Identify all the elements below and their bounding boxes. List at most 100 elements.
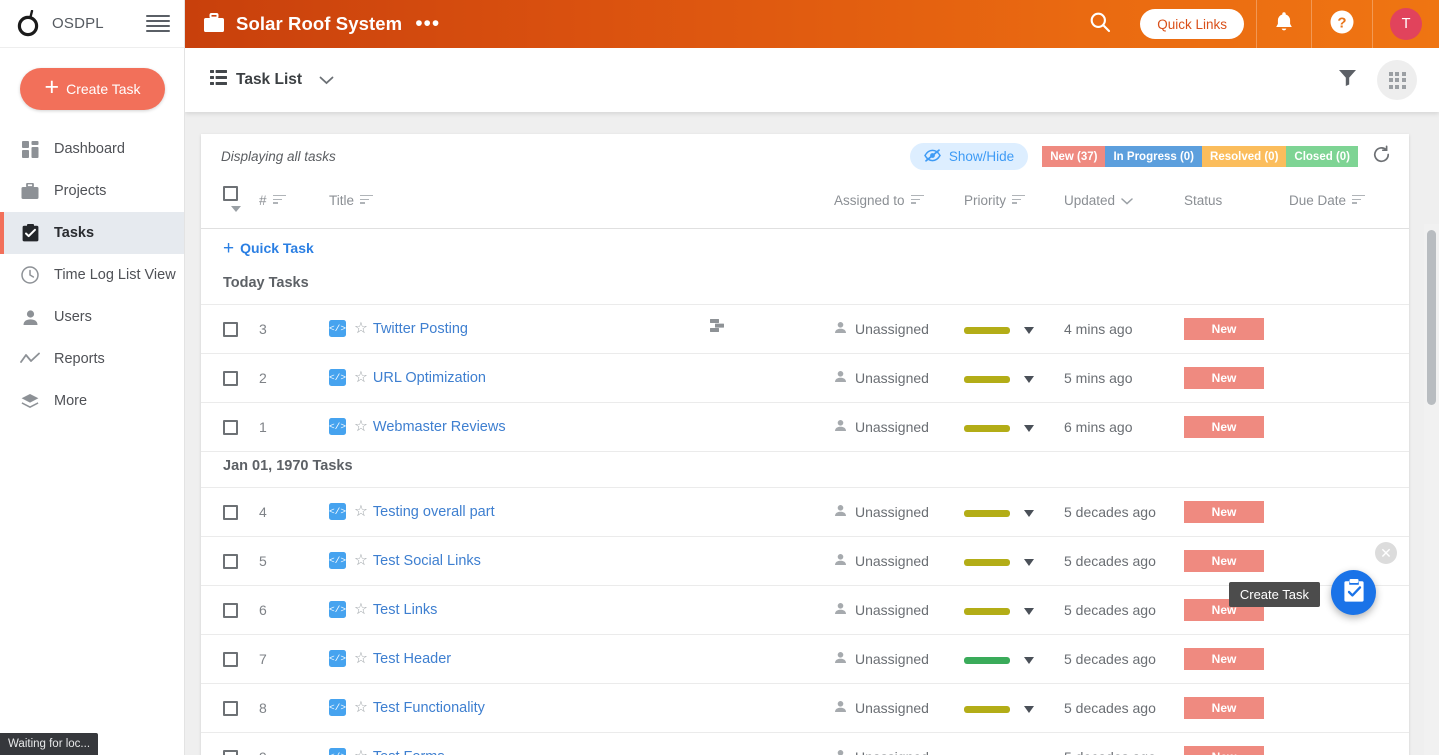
status-badge[interactable]: New — [1184, 647, 1264, 670]
priority-dropdown-icon[interactable] — [1024, 326, 1034, 334]
priority-dropdown-icon[interactable] — [1024, 424, 1034, 432]
status-badge[interactable]: New — [1184, 696, 1264, 719]
priority-dropdown-icon[interactable] — [1024, 375, 1034, 383]
priority-dropdown-icon[interactable] — [1024, 705, 1034, 713]
task-title-link[interactable]: URL Optimization — [373, 370, 486, 386]
th-assigned-to[interactable]: Assigned to — [834, 179, 964, 229]
status-badge[interactable]: New — [1184, 317, 1264, 340]
table-row[interactable]: 5 </> ☆ Test Social Links Unassigned 5 decade… — [201, 535, 1409, 586]
osdpl-logo-icon — [16, 9, 42, 38]
th-due-date[interactable]: Due Date — [1289, 179, 1409, 229]
row-checkbox[interactable] — [223, 505, 238, 521]
row-checkbox[interactable] — [223, 322, 238, 338]
priority-bar[interactable] — [964, 375, 1010, 383]
filter-button[interactable] — [1333, 66, 1361, 94]
status-badge[interactable]: New — [1184, 500, 1264, 523]
help-button[interactable]: ? — [1311, 0, 1372, 48]
task-title-link[interactable]: Test Social Links — [373, 553, 481, 569]
table-row[interactable]: 9 </> ☆ Test Forms Unassigned 5 decades ago Ne… — [201, 731, 1409, 755]
sidebar-item-users[interactable]: Users — [0, 296, 184, 338]
th-updated[interactable]: Updated — [1064, 179, 1184, 229]
create-task-fab[interactable] — [1331, 570, 1376, 615]
search-button[interactable] — [1072, 0, 1128, 48]
show-hide-button[interactable]: Show/Hide — [909, 143, 1029, 170]
row-checkbox[interactable] — [223, 420, 238, 436]
star-outline-icon[interactable]: ☆ — [354, 369, 368, 386]
task-title-link[interactable]: Test Functionality — [373, 700, 485, 716]
priority-bar[interactable] — [964, 558, 1010, 566]
select-all-checkbox[interactable] — [223, 185, 238, 201]
table-row[interactable]: 1 </> ☆ Webmaster Reviews Unassigned 6 mins a… — [201, 401, 1409, 452]
view-switcher[interactable]: Task List — [210, 70, 334, 90]
status-badge[interactable]: New — [1184, 366, 1264, 389]
task-title-link[interactable]: Testing overall part — [373, 504, 495, 520]
code-task-icon: </> — [329, 699, 346, 717]
priority-bar[interactable] — [964, 424, 1010, 432]
table-row[interactable]: 4 </> ☆ Testing overall part Unassigned 5 dec… — [201, 486, 1409, 537]
chevron-down-icon[interactable] — [231, 206, 241, 213]
th-title[interactable]: Title — [329, 179, 834, 229]
sidebar-item-projects[interactable]: Projects — [0, 170, 184, 212]
star-outline-icon[interactable]: ☆ — [354, 748, 368, 755]
row-checkbox[interactable] — [223, 750, 238, 755]
sidebar-item-dashboard[interactable]: Dashboard — [0, 128, 184, 170]
star-outline-icon[interactable]: ☆ — [354, 650, 368, 667]
star-outline-icon[interactable]: ☆ — [354, 418, 368, 435]
row-checkbox[interactable] — [223, 371, 238, 387]
fab-close-button[interactable]: ✕ — [1375, 542, 1397, 564]
priority-bar[interactable] — [964, 607, 1010, 615]
vertical-scrollbar[interactable] — [1427, 230, 1436, 405]
table-row[interactable]: 8 </> ☆ Test Functionality Unassigned 5 decad… — [201, 682, 1409, 733]
status-filter-1[interactable]: In Progress (0) — [1105, 146, 1203, 167]
th-status[interactable]: Status — [1184, 179, 1289, 229]
notifications-button[interactable] — [1256, 0, 1311, 48]
status-filter-2[interactable]: Resolved (0) — [1202, 146, 1287, 167]
th-priority[interactable]: Priority — [964, 179, 1064, 229]
refresh-button[interactable] — [1372, 145, 1391, 169]
star-outline-icon[interactable]: ☆ — [354, 699, 368, 716]
priority-dropdown-icon[interactable] — [1024, 558, 1034, 566]
chevron-down-icon[interactable] — [319, 73, 334, 88]
priority-dropdown-icon[interactable] — [1024, 509, 1034, 517]
sidebar-item-reports[interactable]: Reports — [0, 338, 184, 380]
task-title-link[interactable]: Webmaster Reviews — [373, 419, 506, 435]
status-filter-0[interactable]: New (37) — [1042, 146, 1106, 167]
status-badge[interactable]: New — [1184, 549, 1264, 572]
row-checkbox[interactable] — [223, 652, 238, 668]
quick-links-button[interactable]: Quick Links — [1140, 9, 1244, 39]
priority-dropdown-icon[interactable] — [1024, 607, 1034, 615]
row-checkbox[interactable] — [223, 701, 238, 717]
star-outline-icon[interactable]: ☆ — [354, 552, 368, 569]
star-outline-icon[interactable]: ☆ — [354, 503, 368, 520]
table-row[interactable]: 2 </> ☆ URL Optimization Unassigned 5 mins ag… — [201, 352, 1409, 403]
priority-bar[interactable] — [964, 326, 1010, 334]
task-title-link[interactable]: Test Links — [373, 602, 437, 618]
status-badge[interactable]: New — [1184, 745, 1264, 755]
priority-bar[interactable] — [964, 656, 1010, 664]
task-title-link[interactable]: Test Forms — [373, 749, 445, 755]
star-outline-icon[interactable]: ☆ — [354, 320, 368, 337]
sidebar-item-time-log-list-view[interactable]: Time Log List View — [0, 254, 184, 296]
star-outline-icon[interactable]: ☆ — [354, 601, 368, 618]
priority-bar[interactable] — [964, 509, 1010, 517]
sidebar-item-more[interactable]: More — [0, 380, 184, 422]
task-title-link[interactable]: Test Header — [373, 651, 451, 667]
table-row[interactable]: 3 </> ☆ Twitter Posting Unassigned 4 mins ago… — [201, 303, 1409, 354]
status-filter-3[interactable]: Closed (0) — [1286, 146, 1358, 167]
user-menu-button[interactable]: T — [1372, 0, 1439, 48]
priority-bar[interactable] — [964, 705, 1010, 713]
row-checkbox[interactable] — [223, 554, 238, 570]
status-badge[interactable]: New — [1184, 415, 1264, 438]
sidebar-item-tasks[interactable]: Tasks — [0, 212, 184, 254]
create-task-button[interactable]: + Create Task — [20, 68, 165, 110]
apps-grid-button[interactable] — [1377, 60, 1417, 100]
table-row[interactable]: 6 </> ☆ Test Links Unassigned 5 decades ago Ne… — [201, 584, 1409, 635]
subtask-icon[interactable] — [710, 319, 724, 335]
quick-task-button[interactable]: + Quick Task — [223, 239, 314, 258]
th-number[interactable]: # — [259, 179, 329, 229]
hamburger-icon[interactable] — [146, 14, 170, 33]
row-checkbox[interactable] — [223, 603, 238, 619]
priority-dropdown-icon[interactable] — [1024, 656, 1034, 664]
table-row[interactable]: 7 </> ☆ Test Header Unassigned 5 decades ago N… — [201, 633, 1409, 684]
task-title-link[interactable]: Twitter Posting — [373, 321, 468, 337]
